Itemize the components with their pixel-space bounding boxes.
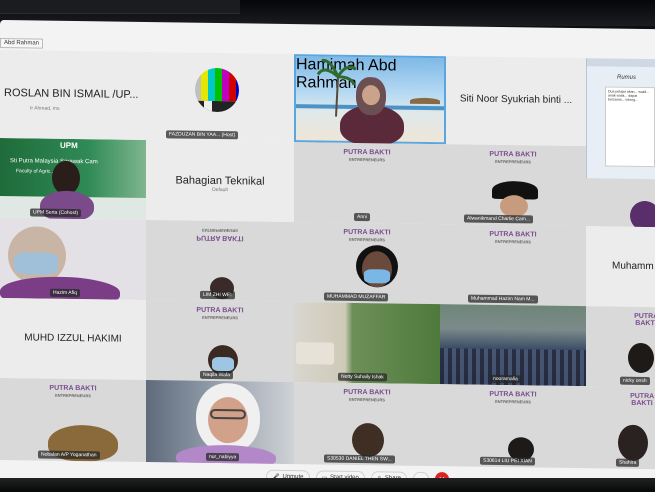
participant-name: Bahagian Teknikal bbox=[175, 174, 265, 188]
face-mask bbox=[14, 252, 58, 275]
participant-tile[interactable]: PUTRA BAKTI Shahira bbox=[586, 386, 655, 470]
participant-sub: Default bbox=[212, 187, 228, 194]
participant-nametag: Nobalan A/P Yoganathan bbox=[38, 450, 100, 460]
putra-bakti-logo: PUTRA BAKTI ENTREPRENEURS bbox=[343, 148, 391, 163]
participant-head bbox=[352, 422, 384, 458]
participant-tile[interactable]: Bahagian Teknikal Default bbox=[146, 140, 294, 223]
participant-tile[interactable]: Muhamm bbox=[586, 226, 655, 308]
shared-document-window[interactable]: Rumus Dua pelajar akan... wakil... anak-… bbox=[586, 58, 655, 180]
participant-tile[interactable]: ROSLAN BIN ISMAIL /UP... Ir Ahmad, ms bbox=[0, 50, 146, 141]
sofa-image bbox=[296, 342, 334, 365]
participant-name: Siti Noor Syukriah binti ... bbox=[459, 93, 573, 106]
participant-nametag: Shahira bbox=[616, 458, 640, 467]
participant-tile[interactable]: PUTRA BAKTI ENTREPRENEURS Alwanikmand Cha… bbox=[440, 144, 586, 227]
participant-tile[interactable]: PUTRA BAKTI ENTREPRENEURS LIM ZHI WEI bbox=[146, 220, 294, 303]
participant-tile[interactable]: Siti Noor Syukriah binti ... bbox=[446, 56, 586, 147]
participant-tile[interactable]: PUTRA BAKTI ENTREPRENEURS Muhammad Hazim … bbox=[440, 224, 586, 307]
participant-tile[interactable]: PUTRA BAKTI ENTREPRENEURS Anni bbox=[294, 142, 440, 225]
putra-bakti-logo: PUTRA BAKTI ENTREPRENEURS bbox=[489, 390, 537, 405]
participant-head bbox=[618, 424, 648, 462]
participant-nametag: Hazim Afiq bbox=[50, 288, 80, 298]
participant-head bbox=[630, 200, 655, 228]
participant-nametag: S30530 DANIEL THEN SW... bbox=[324, 454, 395, 464]
participant-nametag: UPM Serta (Cohost) bbox=[30, 208, 82, 218]
participant-tile[interactable]: FAZDUZAN BIN YAA... (Host) bbox=[146, 52, 294, 143]
participant-tile[interactable]: PUTRA BAKTI ENTREPRENEURS Nobalan A/P Yog… bbox=[0, 378, 146, 463]
self-video-tile[interactable]: Hamimah Abd Rahman bbox=[294, 54, 446, 146]
participant-head bbox=[500, 194, 528, 218]
document-page: Dua pelajar akan... wakil... anak-anak..… bbox=[605, 86, 655, 168]
glasses-icon bbox=[210, 408, 246, 420]
putra-bakti-logo: PUTRA BAKTI ENTREPRENEURS bbox=[49, 384, 97, 399]
palm-tree-image bbox=[316, 58, 356, 117]
participant-nametag: nur_nabiyya bbox=[206, 452, 240, 462]
participant-tile[interactable] bbox=[586, 178, 655, 228]
beach-umbrella bbox=[410, 97, 440, 105]
participant-nametag: FAZDUZAN BIN YAA... (Host) bbox=[166, 130, 239, 140]
participant-sub: Ir Ahmad, ms bbox=[30, 104, 60, 112]
participant-head bbox=[628, 342, 654, 374]
participant-name: Muhamm bbox=[612, 260, 654, 272]
participant-tile[interactable]: Netty Suhaily Ishak bbox=[294, 302, 440, 385]
participant-nametag: Netty Suhaily Ishak bbox=[338, 372, 387, 382]
participant-nametag: Anni bbox=[354, 212, 371, 222]
participant-tile[interactable]: UPM Sti Putra Malaysia Sarawak Cam Facul… bbox=[0, 138, 146, 221]
putra-bakti-logo: PUTRA BAKTI ENTREPRENEURS bbox=[343, 388, 391, 403]
participant-nametag: S30614 LIU PEI XIAN bbox=[480, 456, 535, 466]
document-toolbar bbox=[587, 58, 655, 68]
participant-nametag: Alwanikmand Charlie Cam... bbox=[464, 214, 534, 224]
participant-nametag: Muhammad Hazim Nam M... bbox=[468, 294, 538, 304]
putra-bakti-logo: PUTRA BAKTI bbox=[634, 312, 655, 328]
putra-bakti-logo: PUTRA BAKTI ENTREPRENEURS bbox=[489, 230, 537, 245]
participant-nametag: LIM ZHI WEI bbox=[200, 290, 235, 300]
monitor-bezel-bottom bbox=[0, 478, 655, 492]
background-window-bar bbox=[0, 0, 240, 14]
putra-bakti-logo-mirrored: PUTRA BAKTI ENTREPRENEURS bbox=[196, 227, 244, 242]
participant-tile[interactable]: PUTRA BAKTI ENTREPRENEURS MUHAMMAD MUZAFF… bbox=[294, 222, 440, 305]
participant-tile[interactable]: Hazim Afiq bbox=[0, 218, 146, 301]
participant-tile[interactable]: PUTRA BAKTI nicky onsh bbox=[586, 306, 655, 388]
putra-bakti-logo: PUTRA BAKTI ENTREPRENEURS bbox=[489, 150, 537, 165]
participant-name: ROSLAN BIN ISMAIL /UP... bbox=[4, 87, 139, 101]
document-title: Rumus bbox=[617, 74, 637, 81]
participant-tile[interactable]: nooramalia bbox=[440, 304, 586, 387]
putra-bakti-logo: PUTRA BAKTI ENTREPRENEURS bbox=[196, 306, 244, 321]
face-mask bbox=[212, 356, 234, 372]
meeting-screen: Abd Rahman ROSLAN BIN ISMAIL /UP... Ir A… bbox=[0, 20, 655, 492]
participant-tile[interactable]: PUTRA BAKTI ENTREPRENEURS S30530 DANIEL T… bbox=[294, 382, 440, 467]
putra-bakti-logo: PUTRA BAKTI bbox=[630, 392, 655, 408]
participant-name: MUHD IZZUL HAKIMI bbox=[24, 331, 122, 345]
color-bars-icon bbox=[195, 67, 239, 113]
participant-tile[interactable]: nur_nabiyya bbox=[146, 380, 294, 465]
participant-tile[interactable]: MUHD IZZUL HAKIMI bbox=[0, 298, 146, 381]
participant-nametag: MUHAMMAD MUZAFFAR bbox=[324, 292, 389, 302]
face-mask bbox=[364, 269, 390, 284]
participant-nametag: nooramalia bbox=[490, 374, 521, 384]
corner-tag: Abd Rahman bbox=[0, 38, 44, 49]
participant-tile[interactable]: PUTRA BAKTI ENTREPRENEURS S30614 LIU PEI … bbox=[440, 384, 586, 469]
participant-nametag: nicky onsh bbox=[620, 376, 650, 386]
putra-bakti-logo: PUTRA BAKTI ENTREPRENEURS bbox=[343, 228, 391, 243]
participant-nametag: Naqila Wafa bbox=[200, 370, 234, 380]
participant-tile[interactable]: PUTRA BAKTI ENTREPRENEURS Naqila Wafa bbox=[146, 300, 294, 383]
